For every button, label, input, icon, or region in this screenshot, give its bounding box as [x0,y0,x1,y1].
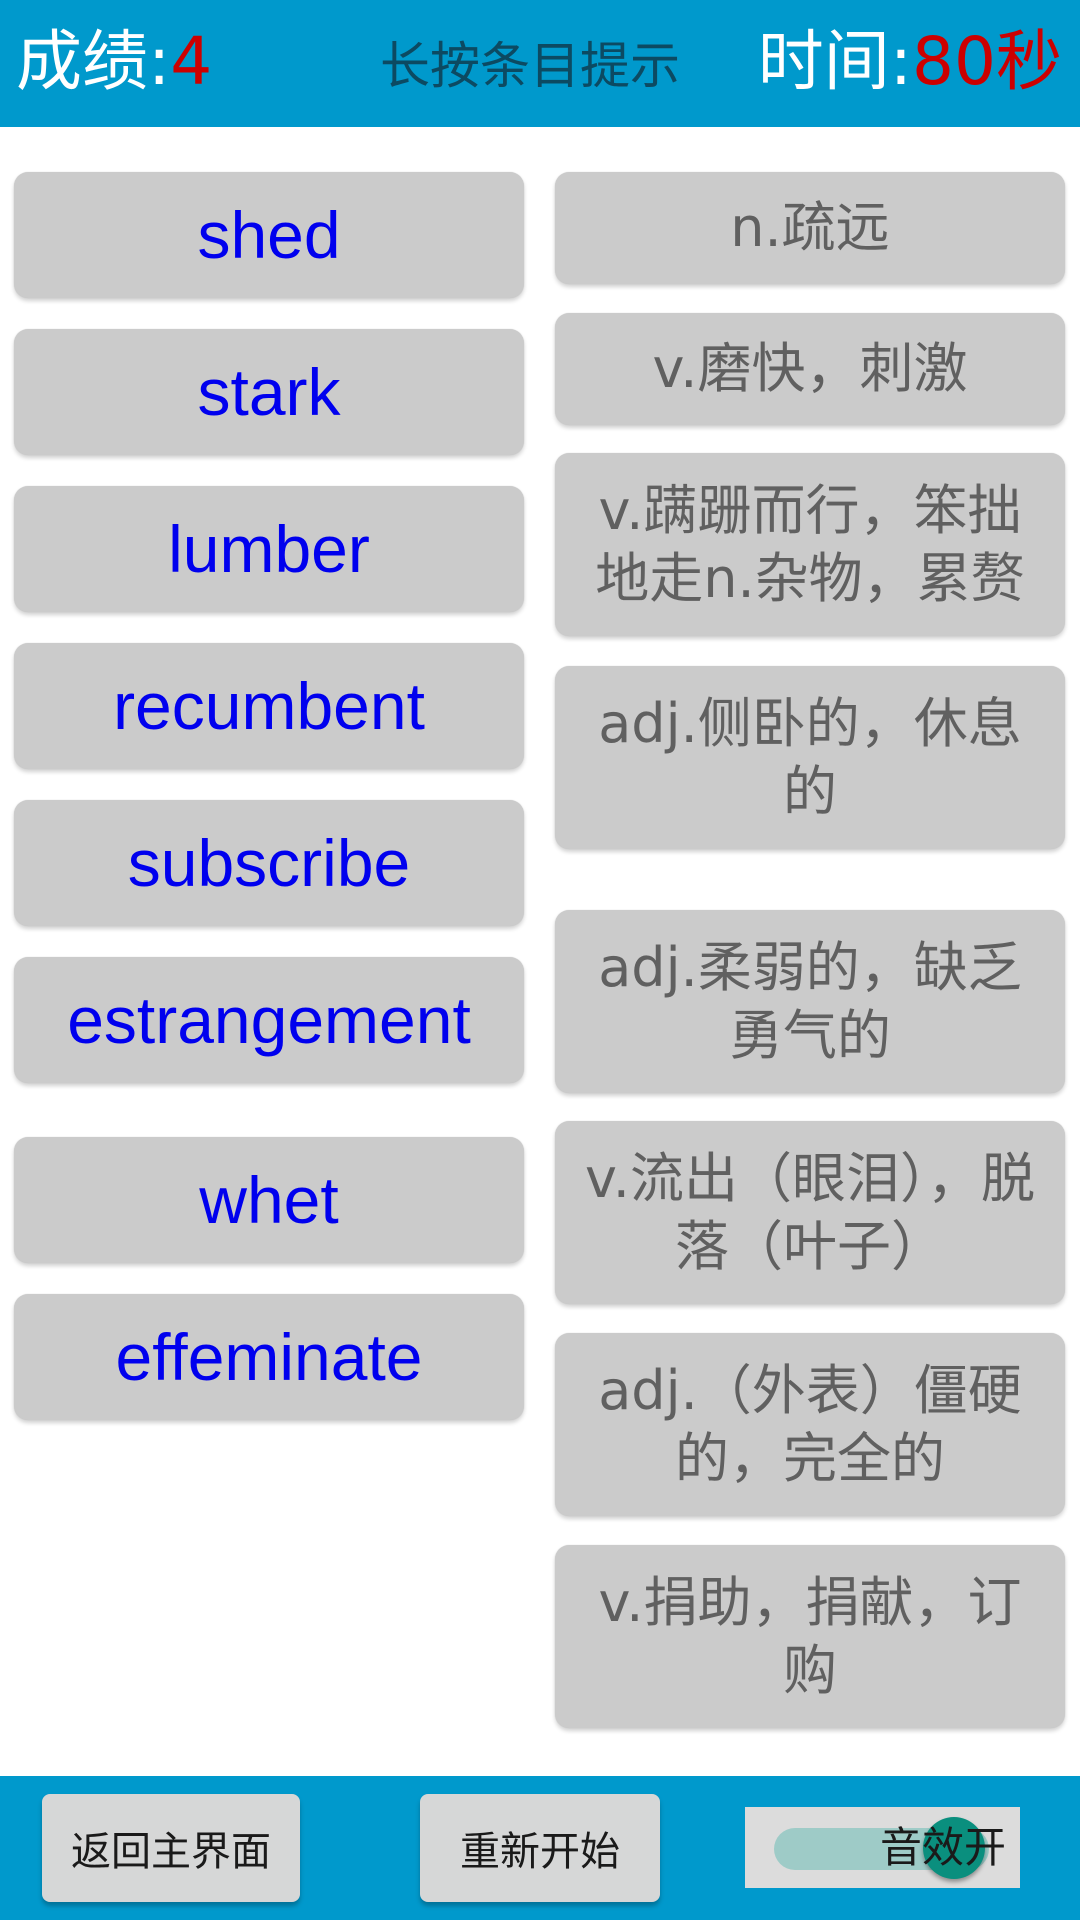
sound-toggle[interactable]: 音效开 [745,1807,1020,1888]
restart-button[interactable]: 重新开始 [420,1794,660,1902]
definition-card[interactable]: v.蹒跚而行，笨拙地走n.杂物，累赘 [555,453,1065,636]
word-card[interactable]: stark [14,329,524,455]
word-card[interactable]: whet [14,1137,524,1263]
word-card[interactable]: estrangement [14,957,524,1083]
definition-card[interactable]: v.磨快，刺激 [555,313,1065,425]
score-value: 4 [170,23,213,100]
score-label: 成绩: [16,23,171,100]
word-card[interactable]: shed [14,172,524,298]
long-press-hint: 长按条目提示 [380,37,680,95]
definition-card[interactable]: v.捐助，捐献，订购 [555,1545,1065,1728]
definition-card[interactable]: n.疏远 [555,172,1065,284]
score-display: 成绩:4 [16,22,212,102]
sound-toggle-label: 音效开 [879,1823,1006,1872]
top-bar: 成绩:4 长按条目提示 时间:80秒 [0,0,1080,127]
word-card[interactable]: subscribe [14,800,524,926]
word-card[interactable]: recumbent [14,643,524,769]
timer-display: 时间:80秒 [758,22,1062,102]
word-card[interactable]: lumber [14,486,524,612]
definition-card[interactable]: adj.柔弱的，缺乏勇气的 [555,910,1065,1093]
word-card[interactable]: effeminate [14,1294,524,1420]
definition-card[interactable]: v.流出（眼泪），脱落（叶子） [555,1121,1065,1304]
back-to-main-button[interactable]: 返回主界面 [42,1794,300,1902]
timer-label: 时间: [757,23,913,100]
definition-card[interactable]: adj.侧卧的，休息的 [555,666,1065,849]
timer-value: 80秒 [912,23,1062,100]
definition-card[interactable]: adj.（外表）僵硬的，完全的 [555,1333,1065,1516]
